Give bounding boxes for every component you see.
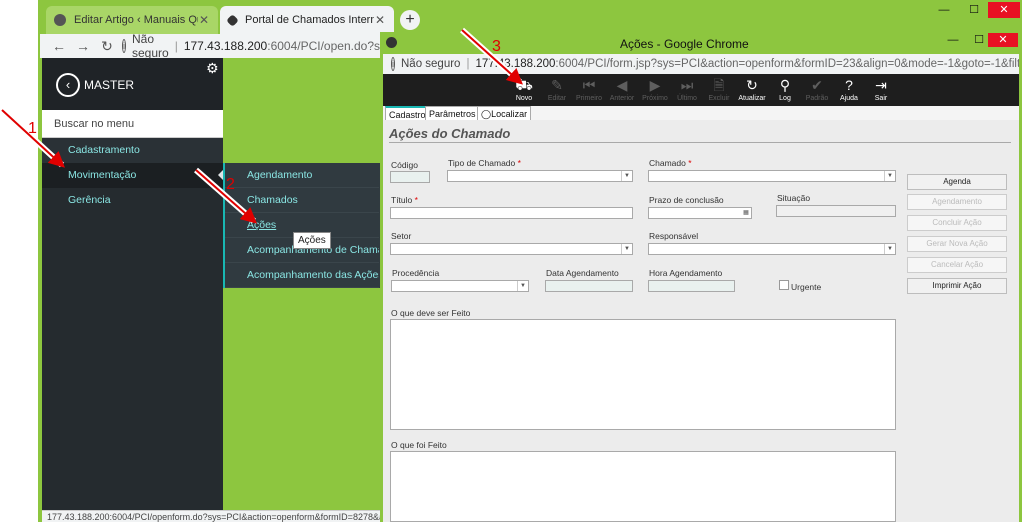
annotation-number-2: 2 — [226, 176, 235, 193]
annotation-arrows — [0, 27, 523, 224]
annotation-number-3: 3 — [492, 38, 501, 55]
arrow-3 — [459, 27, 523, 85]
annotation-number-1: 1 — [28, 120, 37, 137]
arrow-2 — [194, 167, 258, 224]
